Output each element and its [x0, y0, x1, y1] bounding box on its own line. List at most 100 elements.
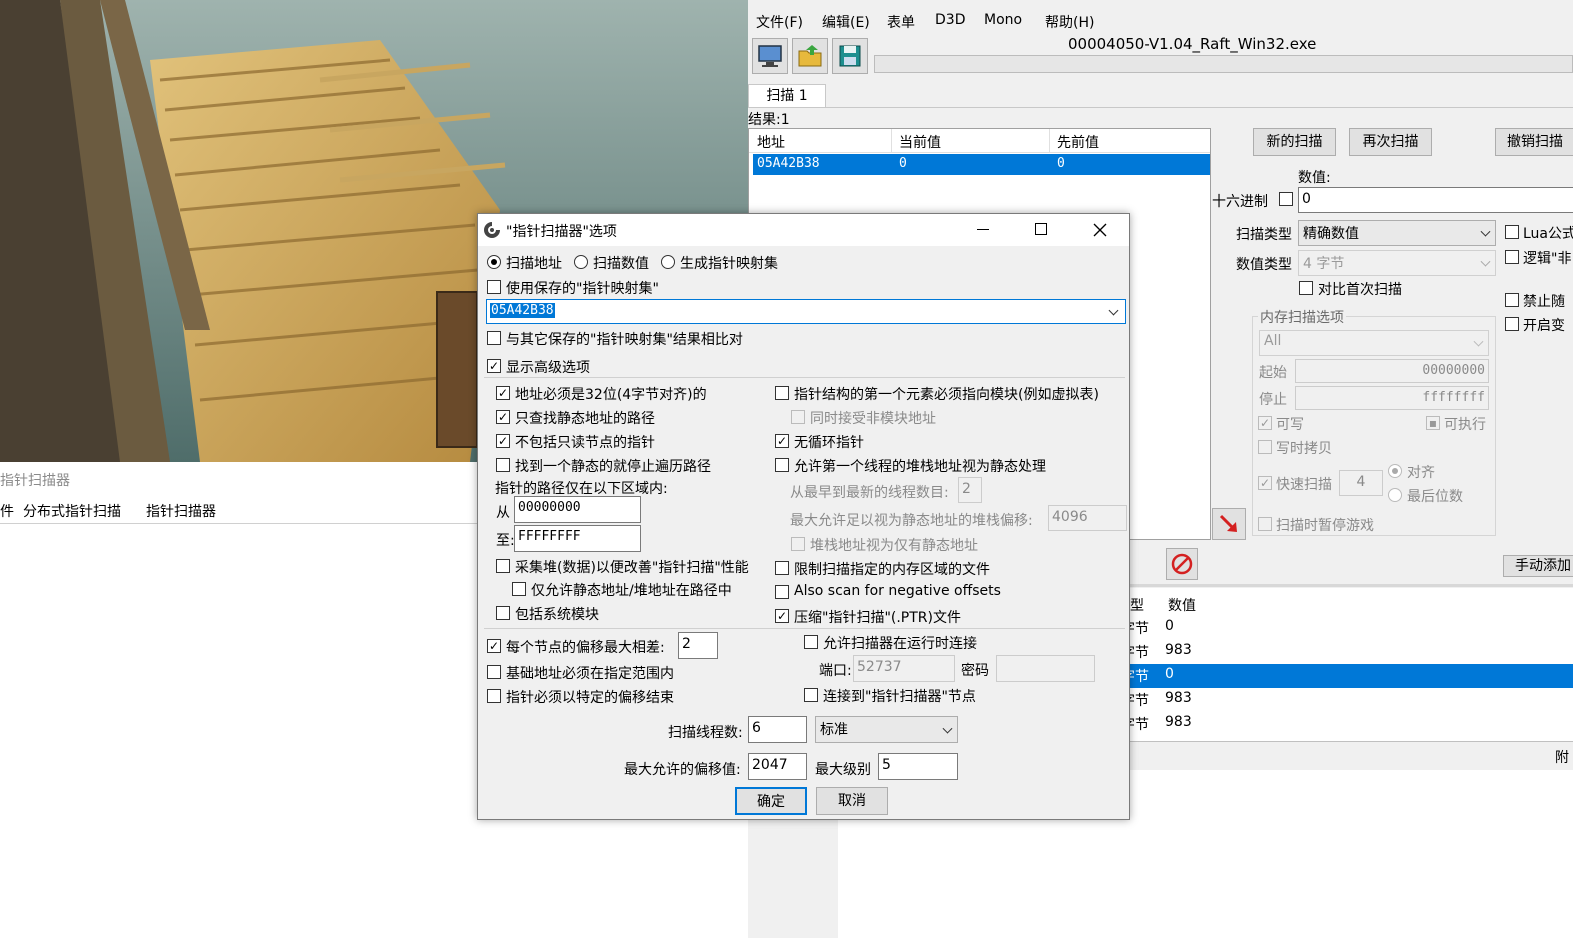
opt-thread-stack-checkbox[interactable] [775, 458, 789, 472]
red-arrow-icon [1219, 514, 1237, 532]
footer-right-label[interactable]: 附 [1555, 747, 1569, 767]
maximize-icon[interactable] [1035, 223, 1047, 235]
stop-input[interactable]: ffffffff [1295, 386, 1489, 410]
new-scan-button[interactable]: 新的扫描 [1253, 128, 1336, 156]
undo-scan-button[interactable]: 撤销扫描 [1495, 128, 1573, 156]
opt-static-only-checkbox[interactable]: ✓ [496, 410, 510, 424]
from-input[interactable]: 00000000 [514, 496, 641, 523]
ce-menubar: 文件(F) 编辑(E) 表单 D3D Mono 帮助(H) [748, 8, 1573, 34]
copy-on-write-checkbox[interactable] [1258, 440, 1272, 454]
opt-compress-checkbox[interactable]: ✓ [775, 609, 789, 623]
menu-help[interactable]: 帮助(H) [1045, 12, 1094, 32]
open-file-button[interactable] [792, 38, 828, 74]
writable-checkbox[interactable]: ✓ [1258, 416, 1272, 430]
max-level-input[interactable]: 5 [878, 753, 958, 780]
table-row[interactable]: 字节 983 [1121, 640, 1573, 664]
game-menu-item-2[interactable]: 指针扫描器 [146, 501, 216, 521]
minimize-icon[interactable] [977, 229, 989, 230]
table-row-selected[interactable]: 字节 0 [1121, 664, 1573, 688]
mem-region-select[interactable]: All [1259, 330, 1489, 356]
table-row[interactable]: 字节 0 [1121, 616, 1573, 640]
compare-first-checkbox[interactable] [1299, 281, 1313, 295]
ok-button[interactable]: 确定 [735, 787, 807, 815]
table-row[interactable]: 字节 983 [1121, 712, 1573, 736]
thread-count-input[interactable]: 2 [958, 477, 982, 503]
logic-not-checkbox[interactable] [1505, 250, 1519, 264]
col-address[interactable]: 地址 [757, 132, 785, 152]
align-radio[interactable] [1388, 464, 1402, 478]
game-menu-item-1[interactable]: 分布式指针扫描 [23, 501, 121, 521]
close-icon[interactable] [1093, 223, 1107, 237]
next-scan-button[interactable]: 再次扫描 [1349, 128, 1432, 156]
col-current[interactable]: 当前值 [899, 132, 941, 152]
opt-end-offsets-checkbox[interactable] [487, 689, 501, 703]
add-manual-button[interactable]: 手动添加 [1503, 555, 1573, 577]
value-type-select[interactable]: 4 字节 [1298, 250, 1496, 276]
max-offset-input[interactable]: 2047 [748, 753, 807, 780]
opt-accept-nonmodule-checkbox[interactable] [791, 410, 805, 424]
radio-scan-address[interactable] [487, 255, 501, 269]
executable-checkbox[interactable]: ▪ [1426, 416, 1440, 430]
opt-aligned-checkbox[interactable]: ✓ [496, 386, 510, 400]
result-row[interactable]: 05A42B38 0 0 [753, 154, 1210, 175]
result-previous: 0 [1057, 156, 1065, 171]
lua-formula-checkbox[interactable] [1505, 225, 1519, 239]
menu-d3d[interactable]: D3D [935, 12, 965, 28]
radio-gen-map[interactable] [661, 255, 675, 269]
show-advanced-checkbox[interactable]: ✓ [487, 359, 501, 373]
threads-input[interactable]: 6 [748, 716, 807, 743]
opt-collect-heap-checkbox[interactable] [496, 559, 510, 573]
dialog-titlebar: "指针扫描器"选项 [478, 214, 1129, 246]
col-previous[interactable]: 先前值 [1057, 132, 1099, 152]
opt-base-range-checkbox[interactable] [487, 665, 501, 679]
cancel-button[interactable]: 取消 [816, 787, 888, 815]
tab-scan-1[interactable]: 扫描 1 [748, 84, 826, 108]
pause-game-checkbox[interactable] [1258, 517, 1272, 531]
password-input[interactable] [996, 655, 1095, 682]
opt-stop-first-static-checkbox[interactable] [496, 458, 510, 472]
stop-button[interactable] [1166, 548, 1198, 580]
disable-random-checkbox[interactable] [1505, 293, 1519, 307]
speedhack-checkbox[interactable] [1505, 317, 1519, 331]
opt-only-static-heap-checkbox[interactable] [512, 582, 526, 596]
port-input[interactable]: 52737 [853, 655, 955, 682]
fast-scan-input[interactable]: 4 [1339, 470, 1383, 496]
game-menu-item-0[interactable]: 件 [0, 501, 14, 521]
menu-file[interactable]: 文件(F) [756, 12, 803, 32]
opt-no-loop-checkbox[interactable]: ✓ [775, 434, 789, 448]
start-input[interactable]: 00000000 [1295, 359, 1489, 383]
opt-allow-connect-checkbox[interactable] [804, 635, 818, 649]
radio-scan-value[interactable] [574, 255, 588, 269]
menu-mono[interactable]: Mono [984, 12, 1022, 28]
opt-include-system-checkbox[interactable] [496, 606, 510, 620]
hex-checkbox[interactable] [1279, 192, 1293, 206]
last-digits-radio[interactable] [1388, 488, 1402, 502]
opt-no-readonly-checkbox[interactable]: ✓ [496, 434, 510, 448]
opt-negative-offsets-checkbox[interactable] [775, 585, 789, 599]
menu-table[interactable]: 表单 [887, 12, 915, 32]
use-saved-map-checkbox[interactable] [487, 280, 501, 294]
open-process-button[interactable] [752, 38, 788, 74]
table-header-value[interactable]: 数值 [1168, 595, 1196, 615]
opt-stack-only-static-checkbox[interactable] [791, 537, 805, 551]
stack-offset-input[interactable]: 4096 [1048, 505, 1127, 531]
table-header-type[interactable]: 型 [1130, 595, 1144, 615]
add-to-list-button[interactable] [1212, 508, 1246, 540]
compare-saved-checkbox[interactable] [487, 331, 501, 345]
save-button[interactable] [832, 38, 868, 74]
fast-scan-checkbox[interactable]: ✓ [1258, 476, 1272, 490]
menu-edit[interactable]: 编辑(E) [822, 12, 870, 32]
opt-max-diff-checkbox[interactable]: ✓ [487, 639, 501, 653]
address-combo[interactable]: 05A42B38 [486, 299, 1126, 324]
scan-type-select[interactable]: 精确数值 [1298, 220, 1496, 246]
to-input[interactable]: FFFFFFFF [514, 525, 641, 552]
opt-limit-regions-checkbox[interactable] [775, 561, 789, 575]
table-row[interactable]: 字节 983 [1121, 688, 1573, 712]
address-table[interactable]: 型 数值 字节 0 字节 983 字节 0 字节 983 字节 983 [1121, 588, 1573, 742]
opt-connect-node-checkbox[interactable] [804, 688, 818, 702]
value-input[interactable]: 0 [1298, 187, 1573, 213]
max-diff-input[interactable]: 2 [678, 632, 718, 659]
floppy-disk-icon [839, 45, 861, 67]
priority-select[interactable]: 标准 [815, 716, 958, 743]
opt-first-element-module-checkbox[interactable] [775, 386, 789, 400]
